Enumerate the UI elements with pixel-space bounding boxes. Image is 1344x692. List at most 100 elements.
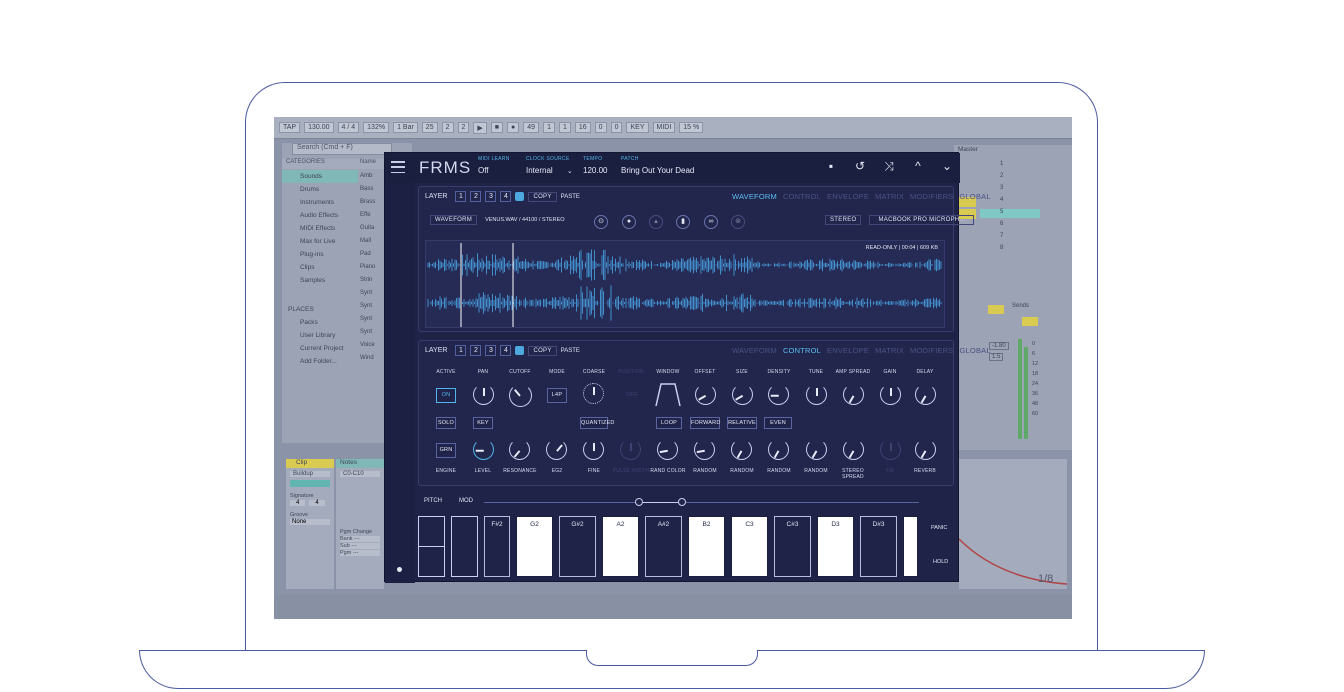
midi-map-button[interactable]: MIDI xyxy=(652,122,676,133)
loop-start[interactable]: 49 xyxy=(523,122,540,133)
loop-icon[interactable]: ∞ xyxy=(704,215,718,229)
post-toggle[interactable] xyxy=(1022,317,1038,326)
places-item[interactable]: Packs xyxy=(282,316,358,329)
even-button[interactable]: EVEN xyxy=(764,417,792,429)
pgm-field[interactable]: Pgm --- xyxy=(340,550,380,556)
zoom-field[interactable]: 132% xyxy=(363,122,390,133)
eg2-knob[interactable] xyxy=(546,439,567,460)
tempo-field[interactable]: TEMPO 120.00 xyxy=(583,156,607,175)
density-knob[interactable] xyxy=(768,384,789,405)
position-sixteenth[interactable]: 2 xyxy=(457,122,470,133)
copy-button[interactable]: COPY xyxy=(528,345,557,356)
record-icon[interactable]: ⊙ xyxy=(594,215,608,229)
relative-button[interactable]: RELATIVE xyxy=(727,417,757,429)
delay-knob[interactable] xyxy=(915,384,936,405)
delete-icon[interactable]: ▮ xyxy=(676,215,690,229)
pan-readout[interactable]: 1.5 xyxy=(989,353,1004,361)
quantize-field[interactable]: 1 Bar xyxy=(393,122,418,133)
loop-button[interactable]: LOOP xyxy=(656,417,682,429)
record-button[interactable]: ● xyxy=(507,122,520,133)
loop-length[interactable]: 16 xyxy=(574,122,591,133)
time-signature[interactable]: 4 / 4 xyxy=(337,122,360,133)
layer-2-button[interactable]: 2 xyxy=(470,191,482,202)
name-item[interactable]: Effe xyxy=(360,209,384,222)
name-item[interactable]: Synt xyxy=(360,313,384,326)
coarse-knob[interactable] xyxy=(583,383,604,404)
clock-source-field[interactable]: CLOCK SOURCE Internal ⌄ xyxy=(526,156,573,175)
name-item[interactable]: Synt xyxy=(360,300,384,313)
name-item[interactable]: Voice xyxy=(360,339,384,352)
random-knob-1[interactable] xyxy=(694,439,715,460)
save-icon[interactable]: ▪ xyxy=(824,159,838,173)
places-item[interactable]: User Library xyxy=(282,329,358,342)
undo-icon[interactable]: ↺ xyxy=(853,159,867,173)
layer-1-button[interactable]: 1 xyxy=(455,345,467,356)
envelope-curve[interactable] xyxy=(958,459,1068,589)
cutoff-knob[interactable] xyxy=(509,384,532,407)
category-item[interactable]: Instruments xyxy=(282,196,358,209)
chevron-up-icon[interactable]: ^ xyxy=(911,159,925,173)
pitch-wheel[interactable] xyxy=(418,516,445,577)
key-a-sharp-2[interactable]: A#2 xyxy=(645,516,682,577)
layer-3-button[interactable]: 3 xyxy=(485,345,497,356)
category-item[interactable]: Drums xyxy=(282,183,358,196)
master-scene[interactable]: 8 xyxy=(980,245,1040,254)
loop-sixteenth[interactable]: 1 xyxy=(558,122,571,133)
solo-button[interactable]: SOLO xyxy=(436,417,456,429)
signature-denominator[interactable]: 4 xyxy=(309,500,325,506)
notes-range[interactable]: C0-C10 xyxy=(340,471,380,477)
amp-spread-knob[interactable] xyxy=(843,384,864,405)
key-g-sharp-2[interactable]: G#2 xyxy=(559,516,596,577)
name-item[interactable]: Synt xyxy=(360,287,384,300)
tab-envelope[interactable]: ENVELOPE xyxy=(827,346,869,355)
tab-matrix[interactable]: MATRIX xyxy=(875,192,904,201)
name-item[interactable]: Mall xyxy=(360,235,384,248)
filter-mode-button[interactable]: L4P xyxy=(547,388,567,403)
key-d-sharp-3[interactable]: D#3 xyxy=(860,516,897,577)
mod-wheel[interactable] xyxy=(451,516,478,577)
master-scene[interactable]: 5 xyxy=(980,209,1040,218)
lock-icon[interactable] xyxy=(515,346,525,355)
loop-length-sixteenth[interactable]: 0 xyxy=(610,122,623,133)
category-item[interactable]: Clips xyxy=(282,261,358,274)
bank-field[interactable]: Bank --- xyxy=(340,536,380,542)
pulse-width-knob[interactable] xyxy=(620,439,641,460)
loop-beat[interactable]: 1 xyxy=(543,122,555,133)
lock-icon[interactable] xyxy=(515,192,525,201)
gain-knob[interactable] xyxy=(880,384,901,405)
places-item[interactable]: Add Folder... xyxy=(282,355,358,368)
key-map-button[interactable]: KEY xyxy=(626,122,649,133)
size-knob[interactable] xyxy=(732,384,753,405)
layer-1-button[interactable]: 1 xyxy=(455,191,467,202)
tap-button[interactable]: TAP xyxy=(279,122,301,133)
stop-button[interactable]: ■ xyxy=(490,122,504,133)
panic-button[interactable]: PANIC xyxy=(931,525,947,531)
copy-button[interactable]: COPY xyxy=(528,191,557,202)
tab-global[interactable]: GLOBAL xyxy=(960,346,991,355)
tab-waveform[interactable]: WAVEFORM xyxy=(732,192,777,201)
rand-color-knob[interactable] xyxy=(657,439,678,460)
master-scene[interactable]: 7 xyxy=(980,233,1040,242)
tab-envelope[interactable]: ENVELOPE xyxy=(827,192,869,201)
keyboard-scroll-handle-right[interactable] xyxy=(678,498,686,506)
layer-4-button[interactable]: 4 xyxy=(500,191,512,202)
category-item[interactable]: Sounds xyxy=(282,170,358,183)
name-item[interactable]: Bass xyxy=(360,183,384,196)
category-item[interactable]: Samples xyxy=(282,274,358,287)
clip-color[interactable] xyxy=(290,480,330,487)
volume-readout[interactable]: -1.80 xyxy=(989,342,1009,350)
chevron-down-icon[interactable]: ⌄ xyxy=(940,159,954,173)
input-device-select[interactable]: MACBOOK PRO MICROPH... xyxy=(869,215,975,225)
master-scene[interactable]: 6 xyxy=(980,221,1040,230)
pan-knob[interactable] xyxy=(473,384,494,405)
tab-modifiers[interactable]: MODIFIERS xyxy=(910,192,953,201)
patch-field[interactable]: PATCH Bring Out Your Dead xyxy=(621,156,694,175)
key-g2[interactable]: G2 xyxy=(516,516,553,577)
tab-modifiers[interactable]: MODIFIERS xyxy=(910,346,953,355)
quantized-button[interactable]: QUANTIZED xyxy=(580,417,614,429)
tab-global[interactable]: GLOBAL xyxy=(960,192,991,201)
layer-4-button[interactable]: 4 xyxy=(500,345,512,356)
stereo-button[interactable]: STEREO xyxy=(825,215,862,225)
groove-select[interactable]: None xyxy=(290,519,330,525)
sends-toggle[interactable] xyxy=(988,305,1004,314)
